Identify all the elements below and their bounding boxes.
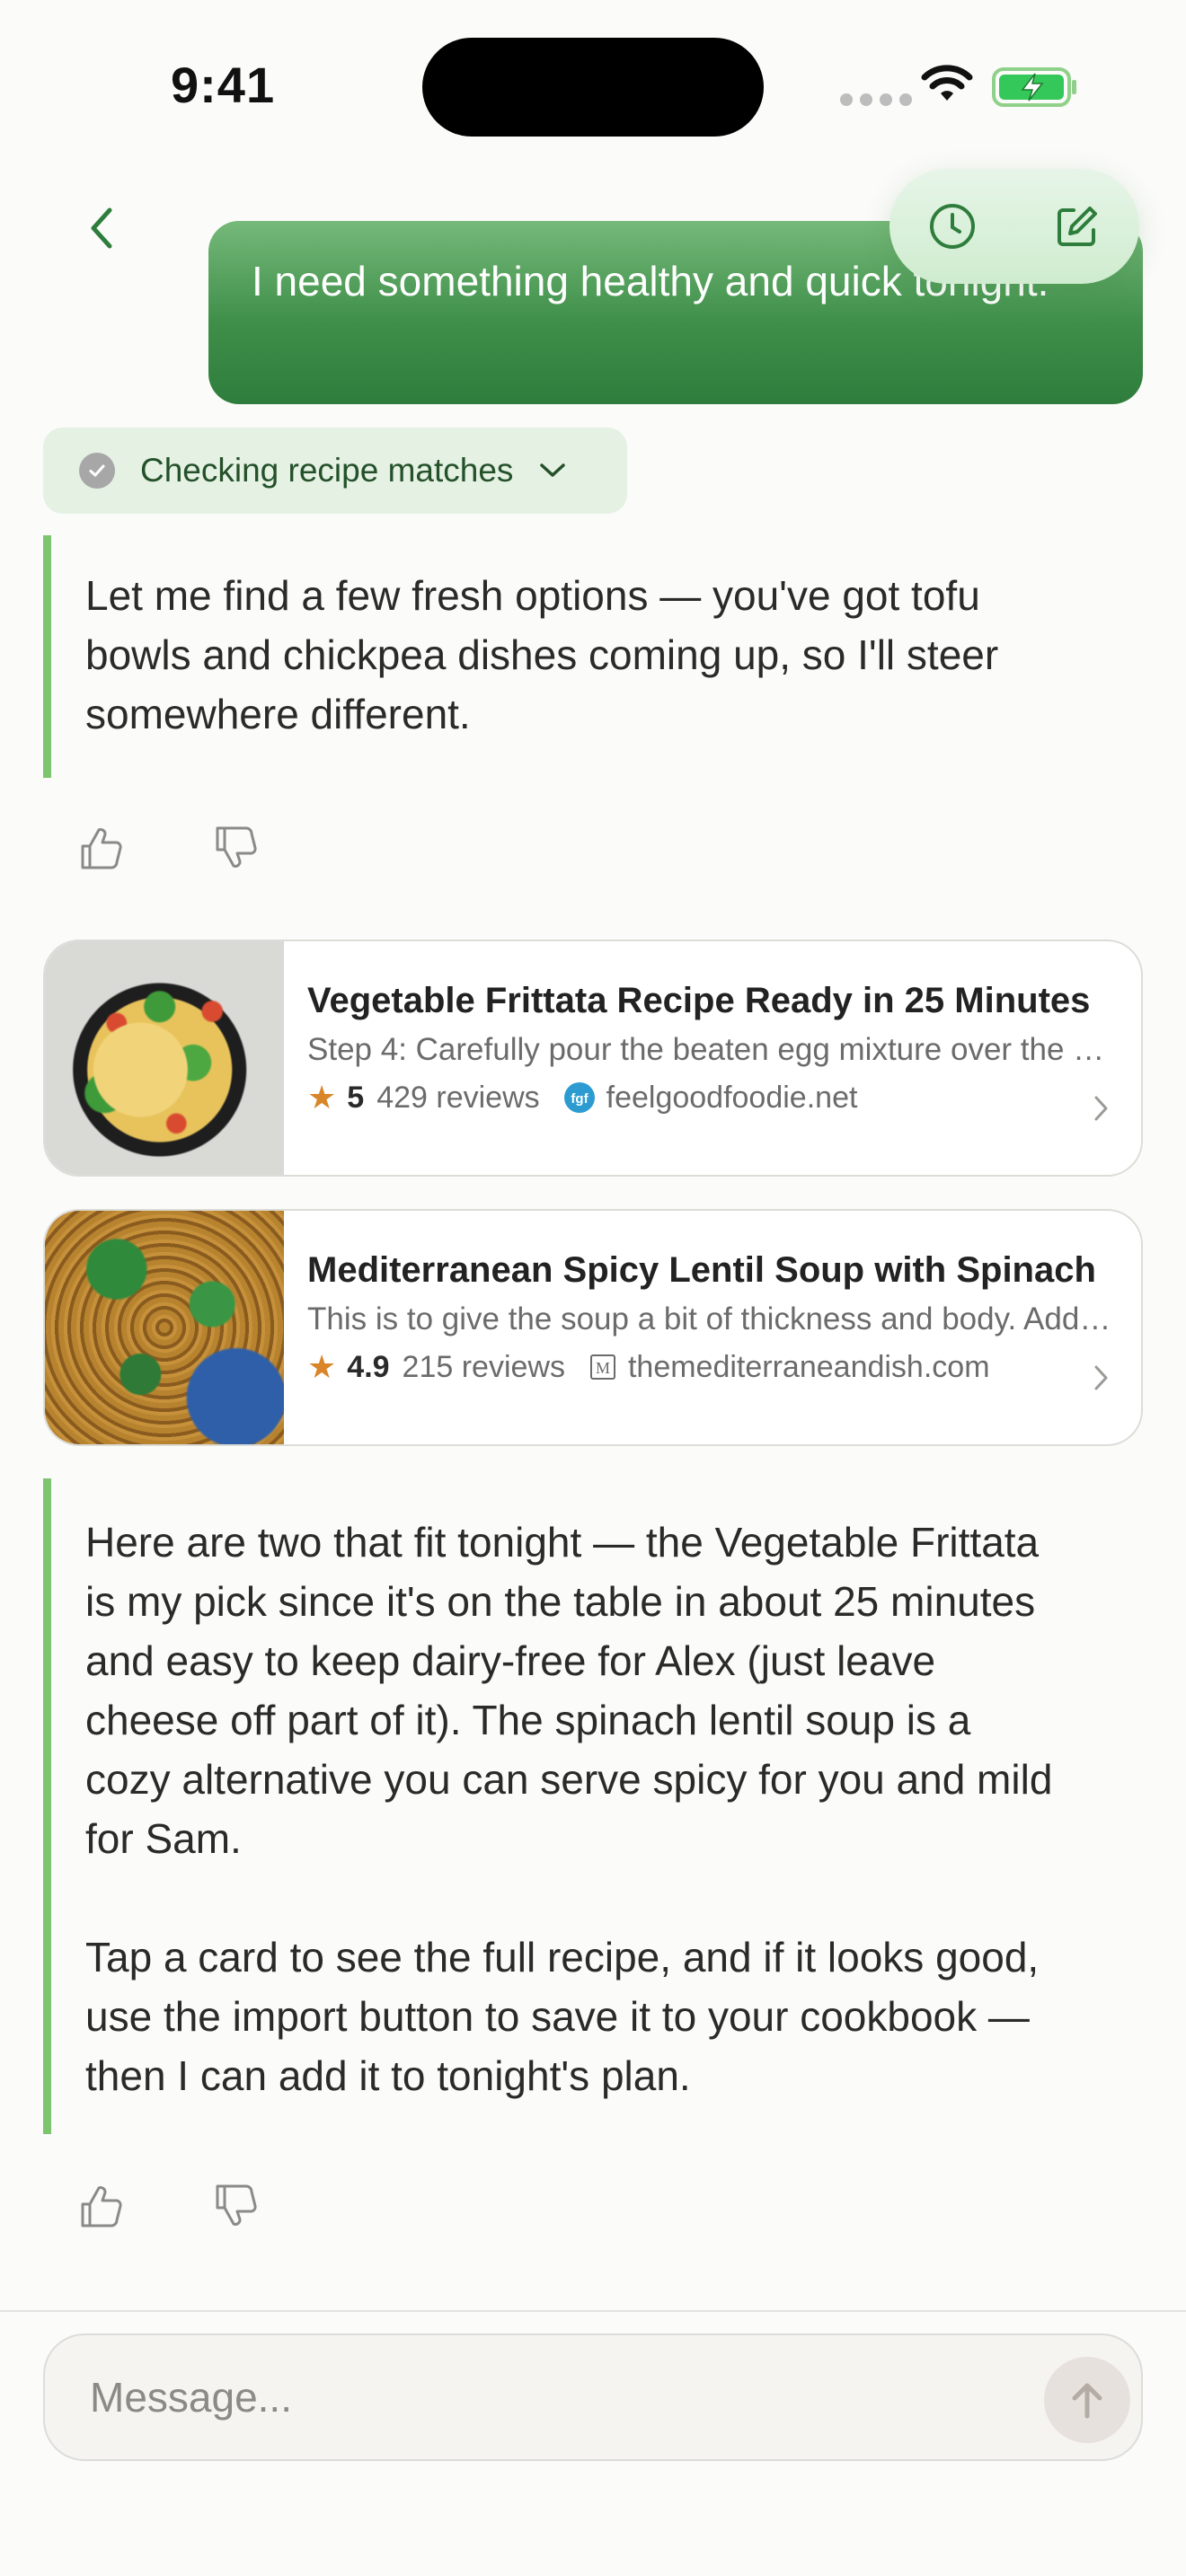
thumbs-down-icon: [216, 2184, 257, 2226]
message-feedback: [72, 2177, 264, 2235]
thinking-status-chip[interactable]: Checking recipe matches: [43, 428, 627, 514]
recipe-meta: ★ 5 429 reviews fgf feelgoodfoodie.net: [307, 1079, 1116, 1116]
star-icon: ★: [307, 1079, 337, 1116]
svg-text:M: M: [596, 1359, 610, 1377]
back-button[interactable]: [66, 192, 138, 264]
thumbs-down-button[interactable]: [207, 819, 264, 877]
assistant-message: Let me find a few fresh options — you've…: [43, 535, 1103, 778]
wifi-icon: [921, 65, 973, 101]
assistant-message-text: Tap a card to see the full recipe, and i…: [85, 1934, 1040, 2099]
chevron-down-icon: [540, 463, 566, 477]
recipe-title: Vegetable Frittata Recipe Ready in 25 Mi…: [307, 981, 1091, 1020]
message-feedback: [72, 819, 264, 877]
arrow-up-icon: [1072, 2383, 1102, 2419]
status-time: 9:41: [171, 57, 276, 113]
battery-charging-icon: [992, 67, 1076, 107]
compose-icon: [1057, 207, 1097, 246]
header-actions: [890, 169, 1139, 284]
thumbs-up-icon: [81, 828, 122, 869]
svg-text:fgf: fgf: [571, 1091, 589, 1107]
site-favicon-icon: fgf: [563, 1081, 596, 1114]
thumbs-up-button[interactable]: [72, 2177, 129, 2235]
site-favicon-icon: M: [589, 1353, 617, 1381]
thumbs-down-button[interactable]: [207, 2177, 264, 2235]
recipe-review-count: 215 reviews: [402, 1349, 565, 1384]
thinking-status-label: Checking recipe matches: [140, 452, 514, 489]
recipe-card[interactable]: Vegetable Frittata Recipe Ready in 25 Mi…: [43, 940, 1143, 1177]
send-button[interactable]: [1044, 2357, 1130, 2443]
recipe-thumbnail: [45, 1211, 284, 1444]
recipe-review-count: 429 reviews: [376, 1080, 540, 1115]
assistant-message: Here are two that fit tonight — the Vege…: [43, 1478, 1103, 2134]
star-icon: ★: [307, 1348, 337, 1385]
chevron-right-icon: [1094, 1096, 1108, 1121]
thumbs-up-icon: [81, 2186, 122, 2228]
message-input[interactable]: [90, 2373, 988, 2422]
thumbs-up-button[interactable]: [72, 819, 129, 877]
recipe-thumbnail: [45, 941, 284, 1175]
recipe-card[interactable]: Mediterranean Spicy Lentil Soup with Spi…: [43, 1209, 1143, 1446]
history-button[interactable]: [916, 190, 988, 262]
recipe-card-body: Mediterranean Spicy Lentil Soup with Spi…: [284, 1211, 1141, 1444]
recipe-site: feelgoodfoodie.net: [606, 1080, 858, 1115]
assistant-message-text: Here are two that fit tonight — the Vege…: [85, 1519, 1053, 1862]
recipe-rating: 4.9: [347, 1349, 390, 1384]
check-circle-icon: [79, 453, 115, 489]
recipe-snippet: Step 4: Carefully pour the beaten egg mi…: [307, 1032, 1116, 1067]
new-chat-button[interactable]: [1041, 190, 1113, 262]
message-composer: [43, 2333, 1143, 2461]
clock-icon: [929, 204, 975, 249]
chevron-right-icon: [1094, 1365, 1108, 1390]
assistant-message-text: Let me find a few fresh options — you've…: [85, 572, 999, 737]
recipe-card-body: Vegetable Frittata Recipe Ready in 25 Mi…: [284, 941, 1141, 1175]
cellular-signal-icon: [840, 93, 912, 106]
recipe-site: themediterraneandish.com: [627, 1349, 990, 1384]
recipe-rating: 5: [347, 1080, 365, 1115]
recipe-meta: ★ 4.9 215 reviews M themediterraneandish…: [307, 1348, 1116, 1386]
thumbs-down-icon: [216, 826, 257, 868]
chevron-left-icon: [91, 207, 112, 249]
recipe-snippet: This is to give the soup a bit of thickn…: [307, 1301, 1116, 1337]
status-bar: 9:41: [0, 0, 1186, 162]
dynamic-island: [422, 38, 764, 137]
recipe-title: Mediterranean Spicy Lentil Soup with Spi…: [307, 1250, 1096, 1290]
composer-divider: [0, 2310, 1186, 2312]
